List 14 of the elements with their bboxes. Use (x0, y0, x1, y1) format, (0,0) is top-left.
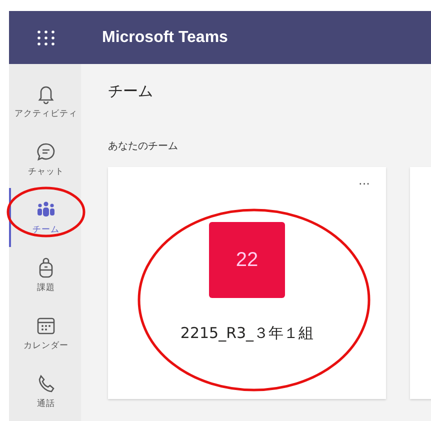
sidebar-item[interactable]: チャット (9, 130, 81, 188)
page-title: チーム (108, 82, 154, 101)
more-options-button[interactable]: ··· (358, 177, 370, 191)
sidebar-item[interactable]: 通話 (9, 362, 81, 421)
team-avatar: 22 (209, 222, 285, 298)
app-title: Microsoft Teams (102, 28, 228, 46)
sidebar-item[interactable]: カレンダー (9, 304, 81, 363)
section-label: あなたのチーム (108, 140, 179, 153)
team-name: 2215_R3_３年１組 (180, 324, 314, 343)
app-launcher-icon[interactable] (36, 30, 56, 46)
team-card[interactable]: ··· 22 2215_R3_３年１組 (108, 167, 386, 399)
chat-icon (35, 140, 57, 163)
sidebar-item[interactable]: 課題 (9, 246, 81, 305)
sidebar-item[interactable]: アクティビティ (9, 72, 81, 130)
